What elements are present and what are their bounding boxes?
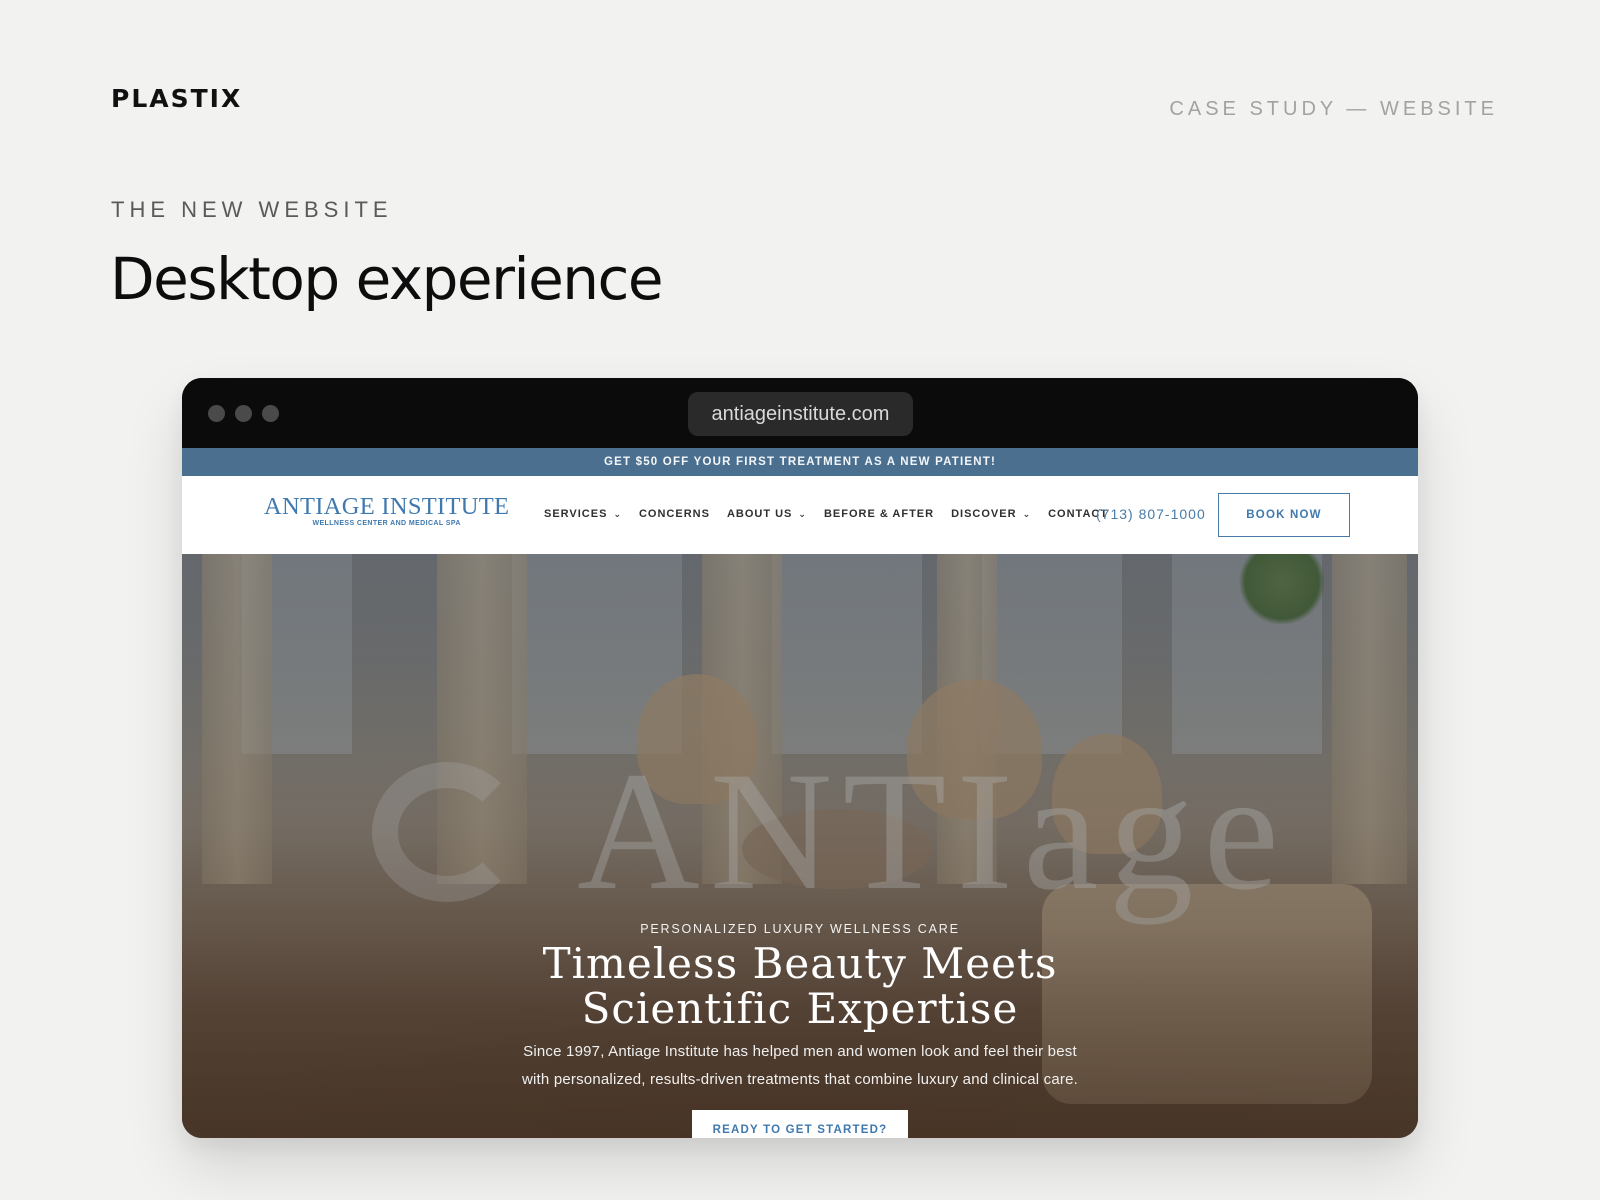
hero-description-line: Since 1997, Antiage Institute has helped…	[523, 1043, 1077, 1060]
nav-item-before-after[interactable]: BEFORE & AFTER	[824, 508, 934, 520]
nav-item-label: DISCOVER	[951, 508, 1017, 520]
case-study-label: CASE STUDY — WEBSITE	[1169, 98, 1498, 120]
chevron-down-icon: ⌄	[613, 508, 622, 519]
get-started-button[interactable]: READY TO GET STARTED?	[692, 1110, 908, 1138]
book-now-button[interactable]: BOOK NOW	[1218, 493, 1350, 537]
minimize-dot-icon[interactable]	[235, 405, 252, 422]
close-dot-icon[interactable]	[208, 405, 225, 422]
nav-item-label: SERVICES	[544, 508, 608, 520]
page-title: Desktop experience	[110, 245, 664, 313]
nav-item-label: ABOUT US	[726, 508, 793, 520]
promo-banner[interactable]: GET $50 OFF YOUR FIRST TREATMENT AS A NE…	[182, 448, 1418, 476]
hero-title-line: Scientific Expertise	[581, 984, 1019, 1033]
hero-content: PERSONALIZED LUXURY WELLNESS CARE Timele…	[182, 922, 1418, 1094]
maximize-dot-icon[interactable]	[262, 405, 279, 422]
hero-description-line: with personalized, results-driven treatm…	[521, 1071, 1078, 1088]
hero-description: Since 1997, Antiage Institute has helped…	[182, 1038, 1418, 1094]
phone-link[interactable]: (713) 807-1000	[1096, 506, 1206, 522]
site-logo-tagline: WELLNESS CENTER AND MEDICAL SPA	[312, 520, 461, 527]
browser-window: antiageinstitute.com GET $50 OFF YOUR FI…	[182, 378, 1418, 1138]
site-logo[interactable]: ANTIAGE INSTITUTE WELLNESS CENTER AND ME…	[264, 493, 510, 528]
browser-chrome: antiageinstitute.com	[182, 378, 1418, 448]
nav-item-concerns[interactable]: CONCERNS	[639, 508, 710, 520]
nav-item-label: CONCERNS	[638, 508, 710, 520]
hero-section: ANTIage PERSONALIZED LUXURY WELLNESS CAR…	[182, 554, 1418, 1138]
main-nav: SERVICES ⌄ CONCERNS ABOUT US ⌄ BEFORE & …	[544, 508, 1108, 520]
nav-item-label: BEFORE & AFTER	[823, 508, 935, 520]
site-logo-name: ANTIAGE INSTITUTE	[264, 493, 510, 520]
window-controls	[208, 405, 279, 422]
hero-title-line: Timeless Beauty Meets	[542, 939, 1058, 988]
nav-item-services[interactable]: SERVICES ⌄	[544, 508, 622, 520]
nav-item-about-us[interactable]: ABOUT US ⌄	[727, 508, 807, 520]
hero-title: Timeless Beauty Meets Scientific Experti…	[182, 941, 1418, 1031]
site-header: ANTIAGE INSTITUTE WELLNESS CENTER AND ME…	[182, 476, 1418, 554]
url-bar[interactable]: antiageinstitute.com	[688, 392, 913, 436]
section-eyebrow: THE NEW WEBSITE	[111, 197, 393, 222]
hero-eyebrow: PERSONALIZED LUXURY WELLNESS CARE	[640, 922, 960, 936]
chevron-down-icon: ⌄	[798, 508, 807, 519]
chevron-down-icon: ⌄	[1022, 508, 1032, 519]
brand-logo: PLASTIX	[111, 84, 243, 113]
nav-item-discover[interactable]: DISCOVER ⌄	[951, 508, 1031, 520]
